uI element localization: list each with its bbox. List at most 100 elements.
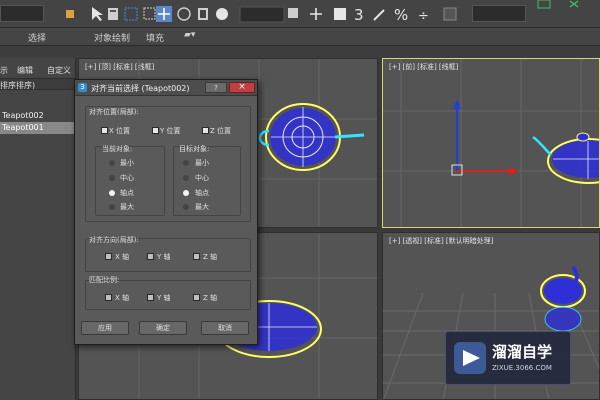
- pivot-icon: [288, 8, 298, 18]
- explorer-menu-customize[interactable]: 自定义: [47, 65, 71, 76]
- target-pivot-label: 轴点: [195, 189, 209, 197]
- scale-y-checkbox[interactable]: [147, 294, 154, 301]
- current-center-label: 中心: [120, 174, 134, 182]
- explorer-item-teapot002[interactable]: Teapot002: [2, 111, 44, 120]
- ribbon-tab-object-paint[interactable]: 对象绘制: [94, 31, 130, 44]
- scale-z-checkbox[interactable]: [193, 294, 200, 301]
- ribbon-options-icon[interactable]: ▰▾: [184, 30, 195, 40]
- current-center-radio[interactable]: [109, 175, 115, 181]
- y-position-checkbox[interactable]: [152, 127, 159, 134]
- viewport-front-scene: [383, 59, 599, 227]
- orient-z-checkbox[interactable]: [193, 253, 200, 260]
- orient-x-checkbox[interactable]: [105, 253, 112, 260]
- target-center-label: 中心: [195, 174, 209, 182]
- ok-button[interactable]: 确定: [139, 321, 187, 335]
- ribbon-tabs: 选择 对象绘制 填充 ▰▾: [0, 28, 600, 46]
- close-button[interactable]: ×: [229, 82, 255, 93]
- target-max-label: 最大: [195, 203, 209, 211]
- orient-y-checkbox[interactable]: [147, 253, 154, 260]
- target-min-radio[interactable]: [183, 160, 189, 166]
- watermark-logo: [454, 342, 486, 374]
- z-position-checkbox[interactable]: [202, 127, 209, 134]
- current-min-radio[interactable]: [109, 160, 115, 166]
- ribbon-tab-populate[interactable]: 填充: [146, 31, 164, 44]
- current-pivot-label: 轴点: [120, 189, 134, 197]
- ribbon-collapsed-bar: [0, 46, 600, 58]
- current-max-radio[interactable]: [109, 204, 115, 210]
- x-position-label: X 位置: [109, 127, 131, 135]
- target-object-title: 目标对象:: [179, 145, 210, 153]
- named-selection-dropdown[interactable]: [472, 5, 526, 22]
- selection-region-icon: [124, 7, 138, 21]
- orient-x-label: X 轴: [115, 253, 130, 261]
- current-pivot-radio[interactable]: [109, 190, 115, 196]
- watermark-title: 溜溜自学: [492, 343, 553, 361]
- help-button[interactable]: ?: [205, 82, 227, 93]
- svg-text:3: 3: [354, 6, 364, 24]
- main-toolbar: 3 % ÷: [0, 0, 600, 28]
- align-icon: [569, 0, 579, 8]
- explorer-item-teapot001[interactable]: Teapot001: [0, 122, 76, 134]
- y-position-label: Y 位置: [160, 127, 181, 135]
- select-object-icon: [92, 7, 103, 21]
- snap-3d-icon: 3: [354, 6, 364, 24]
- window-crossing-icon: [143, 7, 156, 20]
- match-scale-label: 匹配比例:: [89, 276, 120, 284]
- dialog-title: 对齐当前选择 (Teapot002): [91, 84, 190, 93]
- current-max-label: 最大: [120, 203, 134, 211]
- mirror-icon: [537, 0, 551, 9]
- align-selection-dialog: 3 对齐当前选择 (Teapot002) ? × 对齐位置(局部): X 位置 …: [74, 79, 258, 345]
- z-position-label: Z 位置: [210, 127, 232, 135]
- scale-icon: [198, 8, 208, 20]
- angle-snap-icon: [373, 9, 385, 21]
- link-icon: [66, 10, 74, 18]
- selection-filter-dropdown[interactable]: [0, 5, 44, 22]
- svg-text:%: %: [394, 6, 408, 24]
- orient-y-label: Y 轴: [157, 253, 171, 261]
- svg-text:÷: ÷: [418, 9, 429, 24]
- x-position-checkbox[interactable]: [101, 127, 108, 134]
- teapot-top-view: [258, 103, 365, 171]
- select-by-name-icon: [108, 8, 118, 20]
- teapot-front-view: [532, 132, 599, 184]
- current-object-title: 当前对象:: [102, 145, 133, 153]
- viewport-front[interactable]: [+] [前] [标准] [线框]: [382, 58, 600, 228]
- place-icon: [216, 8, 228, 20]
- target-max-radio[interactable]: [183, 204, 189, 210]
- orient-z-label: Z 轴: [203, 253, 218, 261]
- scale-x-checkbox[interactable]: [105, 294, 112, 301]
- toolbar-right-icons: [537, 0, 579, 9]
- current-min-label: 最小: [120, 159, 134, 167]
- ribbon-tab-select[interactable]: 选择: [28, 31, 46, 44]
- dialog-titlebar[interactable]: 3 对齐当前选择 (Teapot002) ? ×: [75, 80, 257, 96]
- reference-coord-dropdown: [239, 6, 285, 23]
- spinner-snap-icon: ÷: [418, 9, 429, 24]
- app-3ds-icon: 3: [78, 83, 87, 92]
- explorer-menu-edit[interactable]: 编辑: [17, 65, 33, 76]
- explorer-menu-display[interactable]: 示: [0, 65, 8, 76]
- align-position-label: 对齐位置(局部):: [89, 108, 139, 116]
- target-center-radio[interactable]: [183, 175, 189, 181]
- scale-z-label: Z 轴: [203, 294, 218, 302]
- watermark-url: ZIXUE.3066.COM: [492, 364, 552, 372]
- select-manipulate-icon: [310, 8, 322, 20]
- toolbar-icons: 3 % ÷: [66, 6, 457, 24]
- keyboard-shortcut-icon: [334, 8, 346, 20]
- align-orientation-label: 对齐方向(局部):: [89, 236, 139, 244]
- cancel-button[interactable]: 取消: [201, 321, 249, 335]
- apply-button[interactable]: 应用: [81, 321, 129, 335]
- target-min-label: 最小: [195, 159, 209, 167]
- select-move-icon: [156, 6, 172, 22]
- viewport-perspective[interactable]: [+] [透视] [标准] [默认明暗处理] 溜溜自学 ZIXUE.3066.C…: [382, 232, 600, 400]
- move-gizmo: [451, 99, 519, 176]
- watermark-badge: 溜溜自学 ZIXUE.3066.COM: [445, 331, 571, 385]
- percent-snap-icon: %: [394, 6, 408, 24]
- teapot-perspective-view: [540, 265, 586, 332]
- edit-named-selection-icon: [443, 7, 457, 21]
- scale-y-label: Y 轴: [157, 294, 171, 302]
- target-pivot-radio[interactable]: [183, 190, 189, 196]
- scene-explorer: 示 编辑 自定义 排序排序) Teapot002 Teapot001: [0, 58, 76, 400]
- rotate-icon: [177, 7, 191, 21]
- scale-x-label: X 轴: [115, 294, 130, 302]
- explorer-sort-header[interactable]: 排序排序): [0, 78, 76, 90]
